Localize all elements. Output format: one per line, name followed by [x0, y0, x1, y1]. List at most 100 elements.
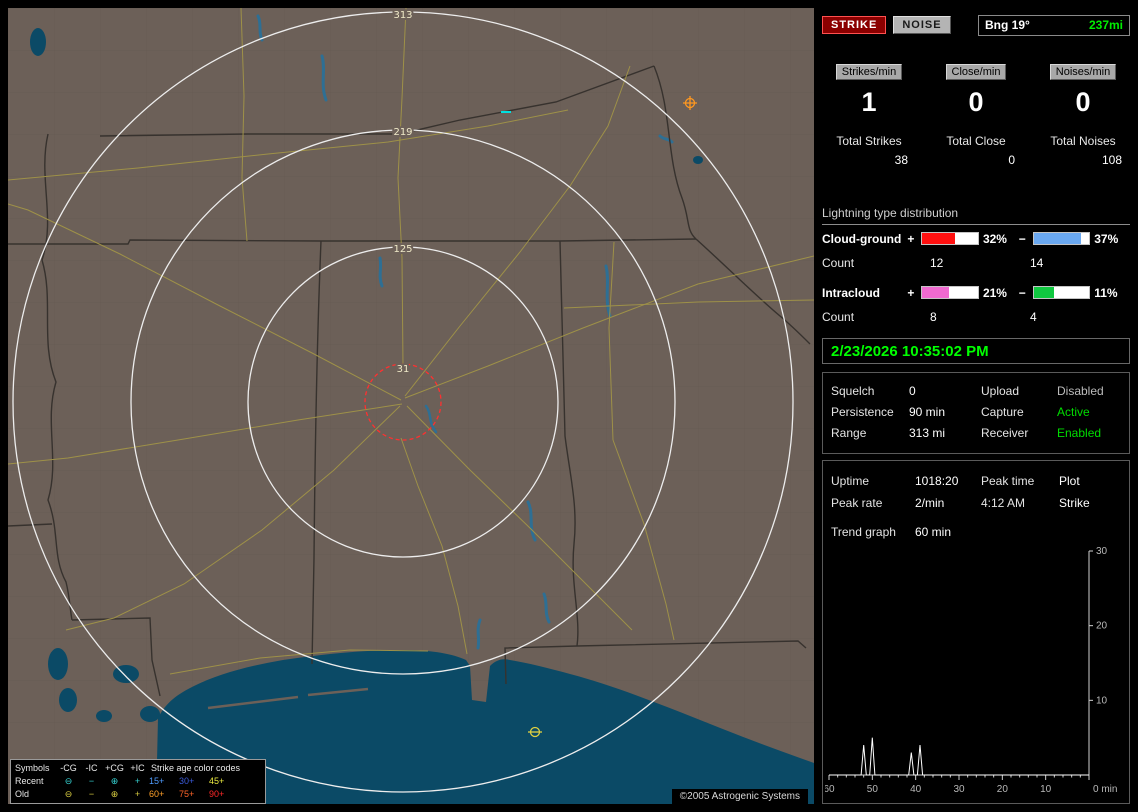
ring-label-125: 125: [393, 244, 412, 255]
age-60: 60+: [149, 789, 165, 799]
cloud-ground-row: Cloud-ground + 32% − 37%: [822, 231, 1130, 246]
capture-label: Capture: [981, 404, 1024, 419]
age-75: 75+: [179, 789, 195, 799]
cg-positive-count: 12: [930, 256, 944, 270]
cg-neg-old-icon: ⊖: [64, 789, 73, 799]
receiver-value: Enabled: [1057, 425, 1102, 440]
ic-pos-recent-icon: +: [134, 776, 141, 786]
upload-value: Disabled: [1057, 383, 1104, 398]
cg-count-row: Count 12 14: [822, 256, 1130, 270]
total-close-value: 0: [1008, 153, 1015, 167]
strikes-per-min-button[interactable]: Strikes/min: [835, 64, 903, 80]
total-close-label: Total Close: [946, 134, 1006, 148]
plot-value: Strike: [1059, 496, 1090, 510]
legend-row-old: Old: [15, 789, 30, 799]
count-label: Count: [822, 310, 855, 324]
minus-sign: −: [1018, 231, 1026, 246]
trend-panel: Uptime 1018:20 Peak time Plot Peak rate …: [822, 460, 1130, 804]
age-45: 45+: [209, 776, 225, 786]
legend-col-ic-pos: +IC: [130, 763, 145, 773]
receiver-label: Receiver: [981, 425, 1029, 440]
svg-text:30: 30: [1096, 546, 1108, 557]
status-panel: STRIKE NOISE Bng 19° 237mi Strikes/min 1…: [822, 8, 1130, 804]
svg-text:60: 60: [825, 784, 835, 795]
trend-graph-label: Trend graph: [831, 525, 896, 539]
settings-panel: Squelch 0 Upload Disabled Persistence 90…: [822, 372, 1130, 454]
indicator-bar: STRIKE NOISE Bng 19° 237mi: [822, 14, 1130, 36]
uptime-label: Uptime: [831, 474, 870, 488]
range-value: 313 mi: [909, 425, 946, 440]
peak-rate-value: 2/min: [915, 496, 945, 510]
minus-sign: −: [1018, 285, 1026, 300]
plus-sign: +: [907, 285, 915, 300]
trend-graph: 60 50 40 30 20 10 0 min 30 20 10: [825, 546, 1117, 795]
age-90: 90+: [209, 789, 225, 799]
persistence-value: 90 min: [909, 404, 946, 419]
intracloud-row: Intracloud + 21% − 11%: [822, 285, 1130, 300]
total-noises-value: 108: [1101, 153, 1122, 167]
svg-text:10: 10: [1040, 784, 1052, 795]
cg-neg-recent-icon: ⊖: [64, 776, 73, 786]
ic-neg-old-icon: −: [88, 789, 95, 799]
cg-positive-pct: 32%: [982, 231, 1007, 246]
persistence-label: Persistence: [831, 404, 894, 419]
ic-pos-old-icon: +: [134, 789, 141, 799]
svg-text:50: 50: [867, 784, 879, 795]
upload-label: Upload: [981, 383, 1020, 398]
legend-symbols-header: Symbols: [15, 763, 50, 773]
legend-col-cg-neg: -CG: [60, 763, 77, 773]
bearing-distance: 237mi: [1088, 18, 1123, 32]
age-30: 30+: [179, 776, 195, 786]
plus-sign: +: [907, 231, 915, 246]
legend-col-cg-pos: +CG: [105, 763, 124, 773]
legend-age-title: Strike age color codes: [151, 763, 241, 773]
capture-value: Active: [1057, 404, 1090, 419]
intracloud-label: Intracloud: [822, 285, 881, 300]
noises-per-min-value: 0: [1075, 87, 1091, 117]
ic-negative-count: 4: [1030, 310, 1037, 324]
cg-pos-recent-icon: ⊕: [110, 776, 119, 786]
peak-time-value: 4:12 AM: [981, 496, 1026, 510]
cg-negative-count: 14: [1030, 256, 1044, 270]
cg-pos-old-icon: ⊕: [110, 789, 119, 799]
ic-positive-bar: [921, 286, 979, 299]
cloud-ground-label: Cloud-ground: [822, 231, 902, 246]
cg-negative-pct: 37%: [1094, 231, 1119, 246]
datetime-display: 2/23/2026 10:35:02 PM: [822, 338, 1130, 364]
strike-map[interactable]: 313 219 125 31 Symbols -CG -IC +CG +IC S…: [8, 8, 814, 804]
svg-text:0 min: 0 min: [1093, 784, 1117, 795]
close-per-min-button[interactable]: Close/min: [945, 64, 1007, 80]
ring-label-219: 219: [393, 127, 412, 138]
squelch-value: 0: [909, 383, 916, 398]
svg-text:30: 30: [953, 784, 965, 795]
count-label: Count: [822, 256, 855, 270]
strikes-per-min-value: 1: [861, 87, 877, 117]
uptime-value: 1018:20: [915, 474, 959, 488]
rate-counters: Strikes/min 1 Close/min 0 Noises/min 0: [822, 64, 1130, 118]
squelch-label: Squelch: [831, 383, 875, 398]
ic-neg-recent-icon: −: [88, 776, 95, 786]
peak-rate-label: Peak rate: [831, 496, 883, 510]
noises-per-min-button[interactable]: Noises/min: [1049, 64, 1117, 80]
svg-text:20: 20: [1096, 621, 1108, 632]
legend-row-recent: Recent: [15, 776, 44, 786]
svg-text:10: 10: [1096, 695, 1108, 706]
close-per-min-value: 0: [968, 87, 984, 117]
map-canvas[interactable]: 313 219 125 31: [8, 8, 814, 804]
trend-graph-value: 60 min: [915, 525, 952, 539]
noise-indicator-button[interactable]: NOISE: [893, 16, 951, 34]
distribution-title: Lightning type distribution: [822, 206, 1130, 225]
peak-time-label: Peak time: [981, 474, 1035, 488]
ic-count-row: Count 8 4: [822, 310, 1130, 324]
age-15: 15+: [149, 776, 165, 786]
strike-indicator-button[interactable]: STRIKE: [822, 16, 887, 34]
legend-col-ic-neg: -IC: [85, 763, 98, 773]
range-label: Range: [831, 425, 867, 440]
total-noises-label: Total Noises: [1050, 134, 1116, 148]
copyright-label: ©2005 Astrogenic Systems: [671, 789, 808, 804]
bearing-readout: Bng 19° 237mi: [978, 14, 1130, 36]
cg-negative-bar: [1032, 232, 1091, 245]
ring-label-31: 31: [397, 364, 410, 375]
plot-label: Plot: [1059, 474, 1080, 488]
bearing-label: Bng 19°: [985, 18, 1030, 32]
